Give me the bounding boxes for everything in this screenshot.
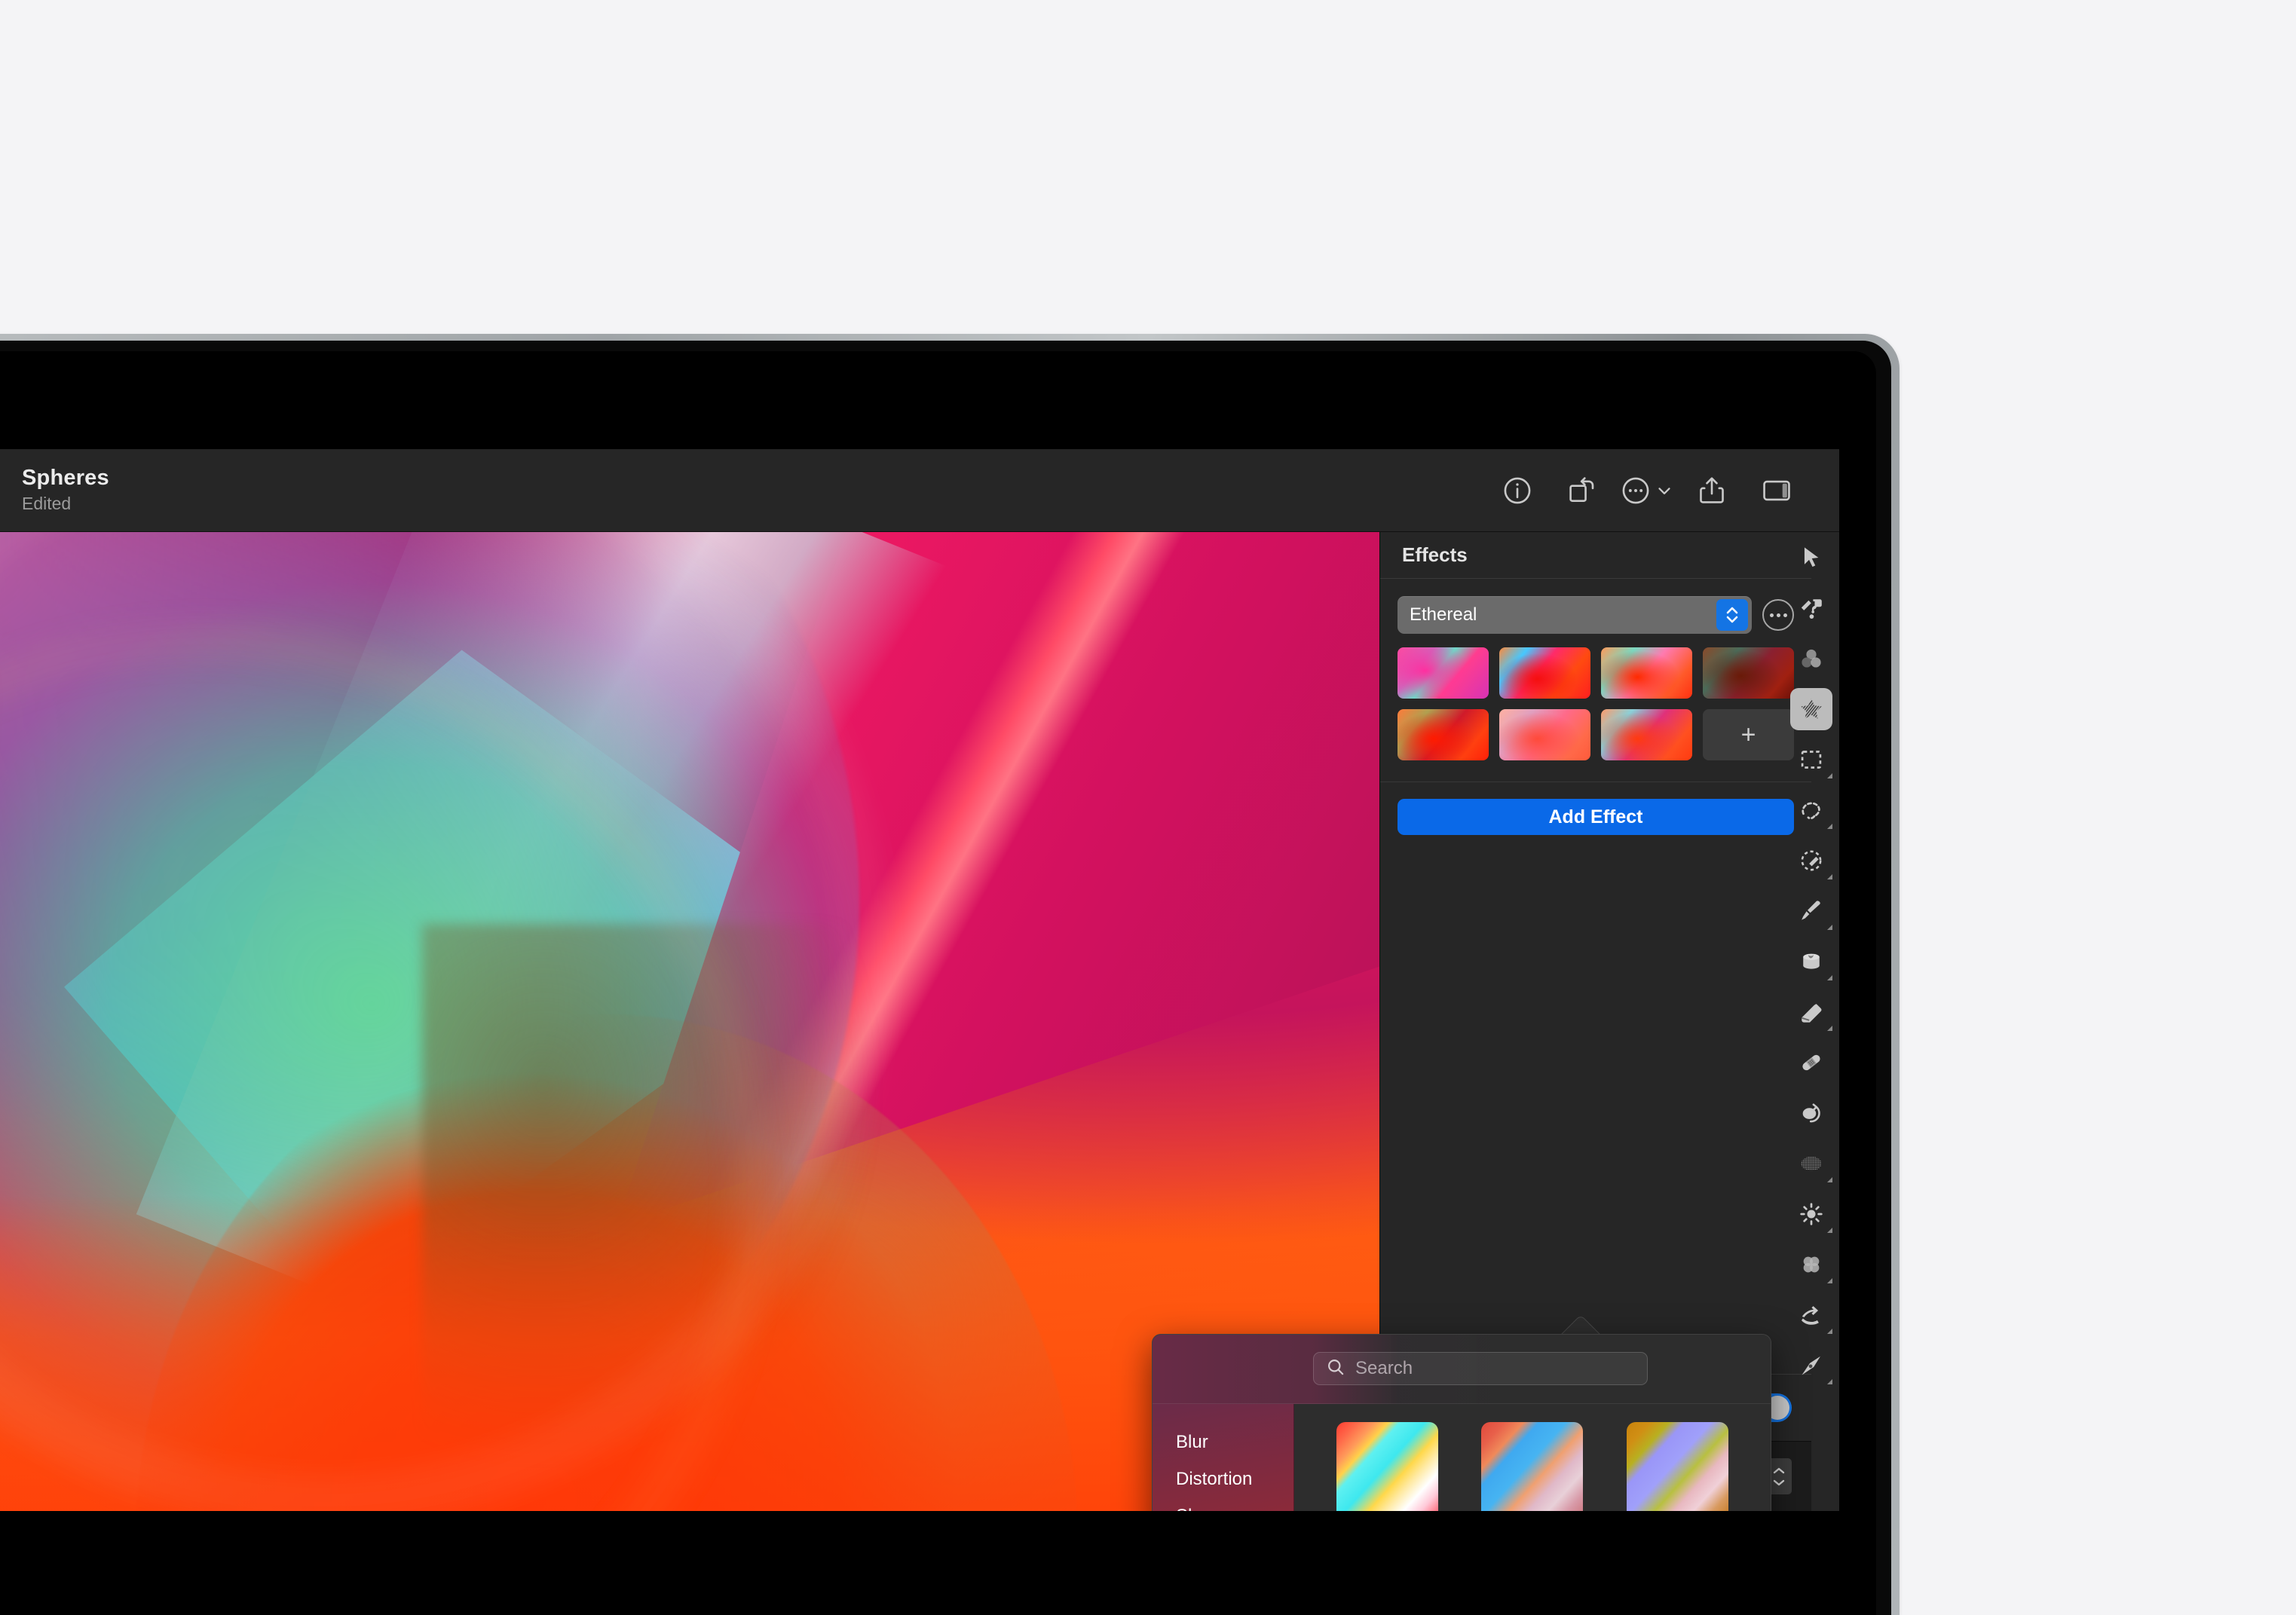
- tool-submenu-triangle[interactable]: [1827, 1177, 1832, 1182]
- add-effect-button[interactable]: Add Effect: [1397, 799, 1794, 835]
- tool-eraser[interactable]: [1783, 986, 1839, 1037]
- paint-bucket-icon: [1790, 941, 1832, 983]
- rectangle-select-icon: [1790, 739, 1832, 781]
- tool-rail: [1789, 532, 1839, 1511]
- blur-flower-icon: [1790, 1243, 1832, 1286]
- effect-thumb: [1481, 1422, 1584, 1511]
- preset-value: Ethereal: [1410, 604, 1477, 625]
- rotate-icon: [1566, 475, 1598, 506]
- picker-body: Blur Distortion Sharpen Color Adjustment…: [1153, 1404, 1771, 1511]
- lasso-select-icon: [1790, 789, 1832, 831]
- tool-color-circles[interactable]: [1783, 633, 1839, 684]
- search-placeholder: Search: [1355, 1358, 1413, 1378]
- info-icon: [1502, 475, 1533, 506]
- preset-thumb-2[interactable]: [1499, 647, 1590, 699]
- toolbar-icon-group: [1485, 449, 1809, 532]
- add-preset-button[interactable]: +: [1703, 709, 1794, 760]
- preset-row: Ethereal: [1380, 579, 1811, 634]
- tool-submenu-triangle[interactable]: [1827, 1379, 1832, 1384]
- eraser-icon: [1790, 991, 1832, 1033]
- tool-clone-stamp[interactable]: [1783, 1087, 1839, 1138]
- effects-star-icon: [1789, 687, 1832, 730]
- effect-item-hue-adjust[interactable]: Hue Adjust: [1610, 1422, 1745, 1511]
- tool-submenu-triangle[interactable]: [1827, 874, 1832, 879]
- brightness-icon: [1790, 1193, 1832, 1235]
- pen-nib-icon: [1790, 1344, 1832, 1387]
- more-options-button[interactable]: [1615, 458, 1679, 523]
- tool-smudge[interactable]: [1783, 1289, 1839, 1340]
- preset-thumb-5[interactable]: [1397, 709, 1489, 760]
- document-title-group: Spheres Edited: [22, 466, 109, 514]
- tool-submenu-triangle[interactable]: [1827, 925, 1832, 930]
- more-icon: [1620, 475, 1652, 506]
- noise-icon: [1790, 1142, 1832, 1185]
- tool-arrow-select[interactable]: [1783, 532, 1839, 583]
- search-input[interactable]: Search: [1313, 1352, 1648, 1385]
- tool-rectangle-select[interactable]: [1783, 734, 1839, 785]
- effect-item-exposure-adjust[interactable]: Exposure Adjust: [1320, 1422, 1455, 1511]
- tool-paint-roller[interactable]: [1783, 583, 1839, 633]
- search-icon: [1326, 1357, 1345, 1381]
- arrow-select-icon: [1790, 537, 1832, 579]
- chevron-down-icon: [1655, 481, 1674, 500]
- category-sharpen[interactable]: Sharpen: [1161, 1497, 1285, 1512]
- effect-picker-popover: Search Blur Distortion Sharpen Color Adj…: [1152, 1334, 1771, 1511]
- share-button[interactable]: [1679, 458, 1744, 523]
- sidebar-icon: [1761, 475, 1792, 506]
- category-distortion[interactable]: Distortion: [1161, 1461, 1285, 1497]
- toggle-inspector-button[interactable]: [1744, 458, 1809, 523]
- laptop-inner-frame: Spheres Edited Effects Ethereal + Add Ef…: [0, 341, 1891, 1615]
- page-title: Spheres: [22, 466, 109, 490]
- picker-effect-grid: Exposure Adjust Color Controls Hue Adjus…: [1294, 1404, 1771, 1511]
- tool-submenu-triangle[interactable]: [1827, 773, 1832, 778]
- app-window: Spheres Edited Effects Ethereal + Add Ef…: [0, 449, 1839, 1511]
- effect-thumb: [1627, 1422, 1729, 1511]
- preset-thumb-1[interactable]: [1397, 647, 1489, 699]
- preset-thumbnail-grid: +: [1380, 634, 1811, 760]
- picker-search-bar: Search: [1153, 1335, 1771, 1404]
- tool-smart-select[interactable]: [1783, 835, 1839, 885]
- inspector-title: Effects: [1402, 543, 1468, 566]
- preset-thumb-7[interactable]: [1601, 709, 1692, 760]
- tool-submenu-triangle[interactable]: [1827, 1329, 1832, 1334]
- tool-retouch[interactable]: [1783, 1037, 1839, 1087]
- tool-paint-bucket[interactable]: [1783, 936, 1839, 986]
- tool-submenu-triangle[interactable]: [1827, 1026, 1832, 1031]
- info-button[interactable]: [1485, 458, 1550, 523]
- tool-lasso-select[interactable]: [1783, 785, 1839, 835]
- window-toolbar: Spheres Edited: [0, 449, 1839, 532]
- smudge-hand-icon: [1790, 1294, 1832, 1336]
- display-bezel: Spheres Edited Effects Ethereal + Add Ef…: [0, 351, 1876, 1615]
- inspector-header: Effects: [1380, 532, 1811, 579]
- tool-submenu-triangle[interactable]: [1827, 824, 1832, 829]
- tool-submenu-triangle[interactable]: [1827, 975, 1832, 980]
- tool-effects-star[interactable]: [1783, 684, 1839, 734]
- preset-thumb-6[interactable]: [1499, 709, 1590, 760]
- effect-thumb: [1336, 1422, 1438, 1511]
- laptop-frame: Spheres Edited Effects Ethereal + Add Ef…: [0, 334, 1900, 1615]
- document-status: Edited: [22, 494, 72, 513]
- paint-roller-icon: [1790, 587, 1832, 629]
- category-blur[interactable]: Blur: [1161, 1424, 1285, 1461]
- tool-pen-nib[interactable]: [1783, 1340, 1839, 1390]
- tool-brightness[interactable]: [1783, 1188, 1839, 1239]
- rotate-button[interactable]: [1550, 458, 1615, 523]
- share-icon: [1696, 475, 1728, 506]
- picker-category-list: Blur Distortion Sharpen Color Adjustment…: [1153, 1404, 1294, 1511]
- clone-stamp-icon: [1790, 1092, 1832, 1134]
- tool-submenu-triangle[interactable]: [1827, 1228, 1832, 1233]
- stepper-icon[interactable]: [1716, 599, 1748, 631]
- preset-select[interactable]: Ethereal: [1397, 596, 1752, 634]
- preset-thumb-3[interactable]: [1601, 647, 1692, 699]
- preset-thumb-4[interactable]: [1703, 647, 1794, 699]
- retouch-bandage-icon: [1790, 1041, 1832, 1084]
- tool-submenu-triangle[interactable]: [1827, 1278, 1832, 1283]
- color-circles-icon: [1790, 638, 1832, 680]
- paintbrush-icon: [1790, 890, 1832, 932]
- tool-noise[interactable]: [1783, 1138, 1839, 1188]
- tool-blur[interactable]: [1783, 1239, 1839, 1289]
- tool-paintbrush[interactable]: [1783, 885, 1839, 936]
- effect-item-color-controls[interactable]: Color Controls: [1465, 1422, 1600, 1511]
- smart-select-icon: [1790, 840, 1832, 882]
